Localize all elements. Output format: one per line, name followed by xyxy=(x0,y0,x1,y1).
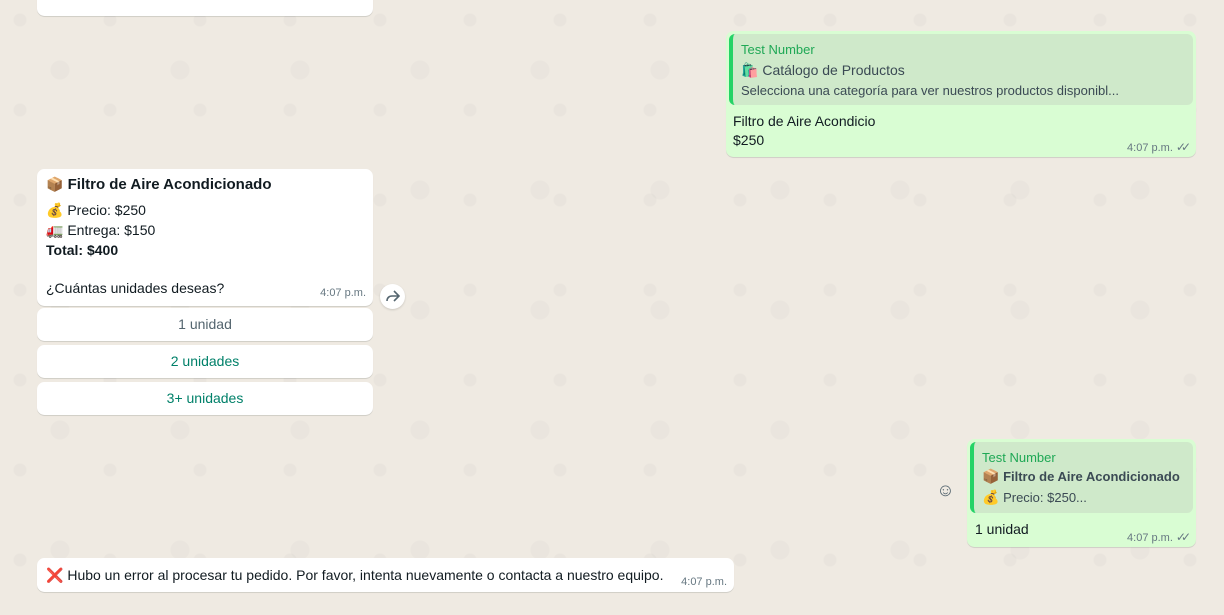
quote-title: 📦 Filtro de Aire Acondicionado xyxy=(982,469,1180,485)
product-question: ¿Cuántas unidades deseas? xyxy=(46,280,225,296)
quote-author: Test Number xyxy=(741,42,815,57)
message-text-line: Filtro de Aire Acondicio xyxy=(733,113,876,129)
message-time: 4:07 p.m. xyxy=(320,287,366,299)
delivery-truck-icon: 🚛 xyxy=(46,223,64,239)
package-icon: 📦 xyxy=(982,469,1000,485)
message-time: 4:07 p.m. xyxy=(681,576,727,588)
quick-reply-1-unidad[interactable]: 1 unidad xyxy=(37,308,373,341)
product-total: Total: $400 xyxy=(46,242,119,258)
cross-mark-icon: ❌ xyxy=(46,568,64,584)
quoted-message[interactable]: Test Number 📦 Filtro de Aire Acondiciona… xyxy=(970,442,1193,513)
quote-author: Test Number xyxy=(982,450,1056,465)
quote-text: Selecciona una categoría para ver nuestr… xyxy=(741,83,1119,98)
quick-reply-3-unidades[interactable]: 3+ unidades xyxy=(37,382,373,415)
error-message-text: ❌ Hubo un error al procesar tu pedido. P… xyxy=(46,567,664,584)
double-check-icon: ✓✓ xyxy=(1175,530,1191,544)
product-delivery: 🚛 Entrega: $150 xyxy=(46,222,156,239)
shopping-bags-icon: 🛍️ xyxy=(741,63,759,79)
package-icon: 📦 xyxy=(46,177,64,193)
quote-title: 🛍️ Catálogo de Productos xyxy=(741,62,905,79)
quote-price: 💰 Precio: $250... xyxy=(982,490,1087,506)
product-message-bubble[interactable]: 📦 Filtro de Aire Acondicionado 💰 Precio:… xyxy=(37,169,373,306)
money-bag-icon: 💰 xyxy=(982,490,1000,506)
forward-icon[interactable] xyxy=(380,284,405,309)
message-text: 1 unidad xyxy=(975,521,1029,537)
emoji-icon[interactable]: ☺ xyxy=(933,478,958,503)
unit-reply-bubble[interactable]: Test Number 📦 Filtro de Aire Acondiciona… xyxy=(967,439,1196,547)
previous-message-bubble xyxy=(37,0,373,16)
message-time: 4:07 p.m. ✓✓ xyxy=(1127,140,1191,154)
double-check-icon: ✓✓ xyxy=(1175,140,1191,154)
quoted-message[interactable]: Test Number 🛍️ Catálogo de Productos Sel… xyxy=(729,34,1193,105)
money-bag-icon: 💰 xyxy=(46,203,64,219)
product-title: 📦 Filtro de Aire Acondicionado xyxy=(46,176,272,193)
quick-reply-2-unidades[interactable]: 2 unidades xyxy=(37,345,373,378)
message-time: 4:07 p.m. ✓✓ xyxy=(1127,530,1191,544)
product-price: 💰 Precio: $250 xyxy=(46,202,146,219)
catalog-reply-bubble[interactable]: Test Number 🛍️ Catálogo de Productos Sel… xyxy=(726,31,1196,157)
message-text-line: $250 xyxy=(733,132,765,148)
error-message-bubble[interactable]: ❌ Hubo un error al procesar tu pedido. P… xyxy=(37,558,734,592)
